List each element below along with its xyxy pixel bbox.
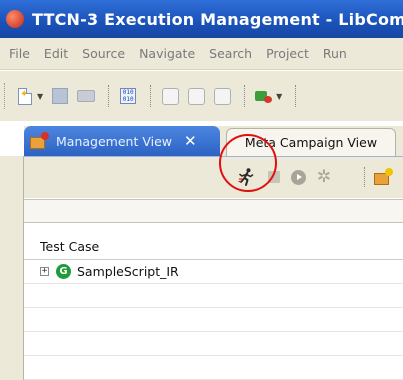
navigate-forward-icon <box>187 87 205 105</box>
menu-bar: File Edit Source Navigate Search Project… <box>0 38 403 70</box>
debug-button[interactable]: ✲ <box>314 167 334 187</box>
table-row-empty <box>24 284 403 308</box>
binary-file-button[interactable]: 010 010 <box>117 85 139 107</box>
save-button[interactable] <box>49 85 71 107</box>
close-icon[interactable]: ✕ <box>184 132 197 150</box>
management-view-icon <box>30 132 50 150</box>
resume-button[interactable] <box>288 167 308 187</box>
app-logo-icon <box>6 10 24 28</box>
navigate-back-icon <box>161 87 179 105</box>
print-button[interactable] <box>75 85 97 107</box>
menu-source[interactable]: Source <box>75 46 132 61</box>
new-document-icon: ✦ <box>18 87 32 105</box>
filter-strip[interactable] <box>24 199 403 223</box>
table-row-empty <box>24 308 403 332</box>
main-toolbar: ✦ ▼ 010 010 ▼ <box>0 71 403 121</box>
menu-run[interactable]: Run <box>316 46 354 61</box>
view-toolbar-separator <box>364 167 366 187</box>
view-tab-bar: Management View ✕ Meta Campaign View <box>24 126 403 156</box>
test-case-table: Test Case + G SampleScript_IR <box>24 223 403 380</box>
run-external-dropdown-arrow-icon[interactable]: ▼ <box>276 92 282 101</box>
tab-management-view-label: Management View <box>56 133 172 149</box>
toolbar-grip[interactable] <box>4 83 8 109</box>
toolbar-separator <box>244 85 246 107</box>
tab-management-view[interactable]: Management View ✕ <box>24 126 220 156</box>
test-case-label: SampleScript_IR <box>77 264 179 279</box>
resume-icon <box>290 169 306 185</box>
menu-navigate[interactable]: Navigate <box>132 46 202 61</box>
save-icon <box>52 88 69 104</box>
navigate-back-button[interactable] <box>159 85 181 107</box>
menu-edit[interactable]: Edit <box>37 46 75 61</box>
navigate-last-edit-button[interactable] <box>211 85 233 107</box>
new-campaign-icon <box>374 168 394 186</box>
navigate-last-edit-icon <box>213 87 231 105</box>
expand-icon[interactable]: + <box>40 267 49 276</box>
toolbar-separator <box>108 85 110 107</box>
table-row-empty <box>24 356 403 380</box>
window-title: TTCN-3 Execution Management - LibComm <box>32 9 403 29</box>
highlight-circle-annotation <box>219 134 277 192</box>
print-icon <box>77 90 96 102</box>
menu-project[interactable]: Project <box>259 46 316 61</box>
toolbar-separator <box>150 85 152 107</box>
new-campaign-button[interactable] <box>374 167 394 187</box>
test-case-icon: G <box>56 264 71 279</box>
column-header-label: Test Case <box>40 239 100 254</box>
table-row[interactable]: + G SampleScript_IR <box>24 260 403 284</box>
debug-icon: ✲ <box>316 166 332 187</box>
view-toolbar: ✲ <box>24 156 403 198</box>
run-external-button[interactable] <box>253 85 275 107</box>
title-bar: TTCN-3 Execution Management - LibComm <box>0 0 403 38</box>
navigate-forward-button[interactable] <box>185 85 207 107</box>
left-window-edge <box>0 156 24 380</box>
menu-file[interactable]: File <box>2 46 37 61</box>
run-external-icon <box>255 89 273 103</box>
toolbar-separator <box>295 85 297 107</box>
binary-file-icon: 010 010 <box>120 88 137 104</box>
new-dropdown-arrow-icon[interactable]: ▼ <box>37 92 43 101</box>
column-header-test-case[interactable]: Test Case <box>24 234 403 260</box>
new-document-button[interactable]: ✦ <box>14 85 36 107</box>
menu-search[interactable]: Search <box>202 46 259 61</box>
table-row-empty <box>24 332 403 356</box>
